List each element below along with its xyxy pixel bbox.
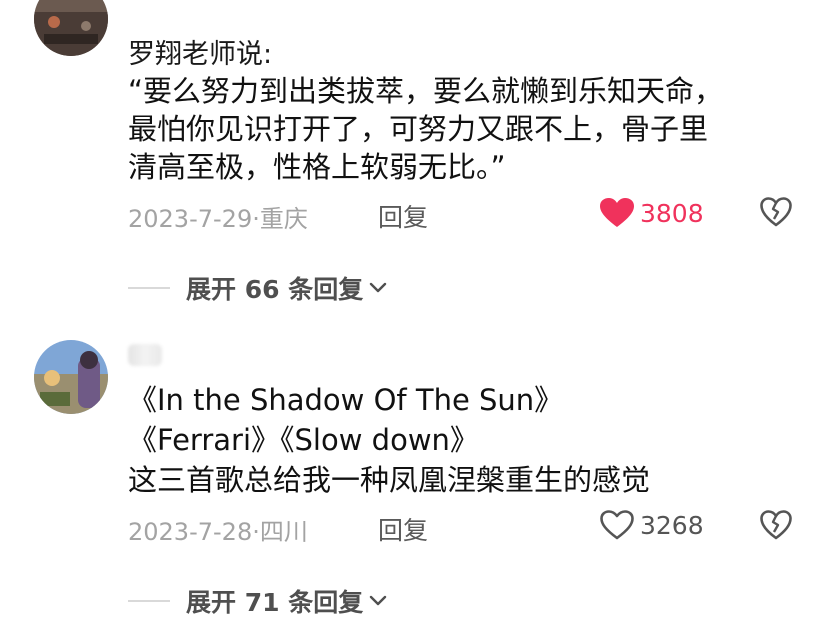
reply-button[interactable]: 回复 bbox=[378, 511, 428, 547]
avatar-image bbox=[34, 340, 108, 414]
expand-replies-button[interactable]: 展开 66 条回复 bbox=[128, 270, 387, 306]
expand-replies-label: 展开 66 条回复 bbox=[186, 275, 364, 304]
comment-text-line: 最怕你见识打开了，可努力又跟不上，骨子里 bbox=[128, 112, 709, 146]
divider-dash bbox=[128, 287, 170, 289]
dislike-button[interactable] bbox=[760, 510, 792, 544]
broken-heart-icon bbox=[760, 510, 792, 540]
comment-text-line: 《Ferrari》《Slow down》 bbox=[128, 423, 479, 457]
comment-date: 2023-7-28 bbox=[128, 518, 253, 546]
avatar[interactable] bbox=[34, 340, 108, 414]
comment-2: 《In the Shadow Of The Sun》 《Ferrari》《Slo… bbox=[0, 320, 828, 643]
meta-separator: · bbox=[252, 518, 260, 546]
like-count: 3268 bbox=[640, 510, 704, 540]
comment-meta: 2023-7-29·重庆 bbox=[128, 199, 308, 234]
comment-location: 四川 bbox=[259, 518, 308, 546]
heart-icon bbox=[600, 198, 634, 227]
comment-author[interactable] bbox=[128, 344, 162, 366]
chevron-down-icon bbox=[370, 595, 387, 606]
avatar-image bbox=[34, 0, 108, 56]
avatar[interactable] bbox=[34, 0, 108, 56]
chevron-down-icon bbox=[370, 282, 387, 293]
comment-meta: 2023-7-28·四川 bbox=[128, 512, 308, 547]
like-button[interactable]: 3268 bbox=[600, 510, 704, 540]
expand-replies-label: 展开 71 条回复 bbox=[186, 588, 364, 617]
comment-text-line: “要么努力到出类拔萃，要么就懒到乐知天命， bbox=[128, 74, 724, 108]
comment-1: 罗翔老师说: “要么努力到出类拔萃，要么就懒到乐知天命， 最怕你见识打开了，可努… bbox=[0, 0, 828, 320]
heart-icon bbox=[600, 510, 634, 540]
like-button[interactable]: 3808 bbox=[600, 198, 704, 228]
meta-separator: · bbox=[252, 205, 260, 233]
broken-heart-icon bbox=[760, 197, 792, 227]
comment-date: 2023-7-29 bbox=[128, 205, 253, 233]
reply-button[interactable]: 回复 bbox=[378, 198, 428, 234]
expand-replies-button[interactable]: 展开 71 条回复 bbox=[128, 583, 387, 619]
comment-text-line: 《In the Shadow Of The Sun》 bbox=[128, 383, 564, 417]
dislike-button[interactable] bbox=[760, 197, 792, 231]
divider-dash bbox=[128, 600, 170, 602]
comment-author[interactable]: 罗翔老师说: bbox=[128, 32, 272, 71]
comment-text-line: 这三首歌总给我一种凤凰涅槃重生的感觉 bbox=[128, 463, 651, 497]
comment-text-line: 清高至极，性格上软弱无比。” bbox=[128, 150, 506, 184]
like-count: 3808 bbox=[640, 198, 704, 228]
comment-location: 重庆 bbox=[259, 205, 308, 233]
